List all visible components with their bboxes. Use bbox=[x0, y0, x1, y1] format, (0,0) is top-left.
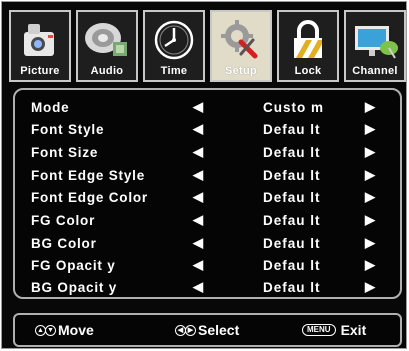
setting-row-mode[interactable]: Mode ◀ Custo m ▶ bbox=[15, 98, 400, 118]
arrow-left-icon[interactable]: ◀ bbox=[193, 235, 204, 251]
setting-value: Defau lt bbox=[263, 258, 321, 273]
arrow-right-icon[interactable]: ▶ bbox=[365, 257, 376, 273]
tab-label: Channel bbox=[352, 65, 398, 77]
setting-value: Defau lt bbox=[263, 280, 321, 295]
speaker-icon bbox=[78, 16, 136, 64]
help-select: ◀ ▶ Select bbox=[175, 322, 239, 338]
arrow-left-icon[interactable]: ◀ bbox=[193, 257, 204, 273]
setting-row-bg-opacity[interactable]: BG Opacit y ◀ Defau lt ▶ bbox=[15, 278, 400, 298]
arrow-left-icon[interactable]: ◀ bbox=[193, 189, 204, 205]
help-exit: MENU Exit bbox=[302, 322, 366, 338]
setting-name: BG Color bbox=[31, 236, 97, 251]
setting-name: Font Style bbox=[31, 122, 105, 137]
arrow-right-icon[interactable]: ▶ bbox=[365, 99, 376, 115]
setting-value: Defau lt bbox=[263, 236, 321, 251]
setting-row-font-edge-style[interactable]: Font Edge Style ◀ Defau lt ▶ bbox=[15, 166, 400, 186]
arrow-left-icon[interactable]: ◀ bbox=[193, 99, 204, 115]
setting-value: Defau lt bbox=[263, 145, 321, 160]
setting-row-bg-color[interactable]: BG Color ◀ Defau lt ▶ bbox=[15, 234, 400, 254]
padlock-icon bbox=[279, 16, 337, 64]
setting-row-fg-color[interactable]: FG Color ◀ Defau lt ▶ bbox=[15, 211, 400, 231]
tab-label: Time bbox=[160, 65, 188, 77]
setting-value: Defau lt bbox=[263, 122, 321, 137]
setting-value: Defau lt bbox=[263, 190, 321, 205]
setting-name: Font Edge Style bbox=[31, 168, 146, 183]
tab-picture[interactable]: Picture bbox=[9, 10, 71, 82]
setting-value: Custo m bbox=[263, 100, 324, 115]
tab-audio[interactable]: Audio bbox=[76, 10, 138, 82]
tab-label: Lock bbox=[294, 65, 322, 77]
arrow-right-icon[interactable]: ▶ bbox=[365, 212, 376, 228]
setting-value: Defau lt bbox=[263, 168, 321, 183]
tools-icon bbox=[212, 16, 270, 64]
arrow-right-icon[interactable]: ▶ bbox=[365, 189, 376, 205]
setting-name: Font Edge Color bbox=[31, 190, 148, 205]
camera-icon bbox=[11, 16, 69, 64]
arrow-left-icon[interactable]: ◀ bbox=[193, 279, 204, 295]
setting-name: BG Opacit y bbox=[31, 280, 118, 295]
setting-name: FG Color bbox=[31, 213, 96, 228]
osd-menu: Picture Audio Time Setup Lock Channel Mo… bbox=[1, 1, 407, 349]
settings-panel: Mode ◀ Custo m ▶ Font Style ◀ Defau lt ▶… bbox=[13, 88, 402, 299]
tab-bar: Picture Audio Time Setup Lock Channel bbox=[9, 10, 406, 84]
arrow-right-icon[interactable]: ▶ bbox=[365, 235, 376, 251]
up-down-keys-icon: ▲ ▼ bbox=[35, 324, 56, 336]
left-right-keys-icon: ◀ ▶ bbox=[175, 324, 196, 336]
satellite-dish-icon bbox=[346, 16, 404, 64]
arrow-left-icon[interactable]: ◀ bbox=[193, 144, 204, 160]
tab-label: Setup bbox=[224, 65, 258, 77]
arrow-right-icon[interactable]: ▶ bbox=[365, 279, 376, 295]
arrow-right-icon[interactable]: ▶ bbox=[365, 144, 376, 160]
setting-name: Mode bbox=[31, 100, 70, 115]
arrow-left-icon[interactable]: ◀ bbox=[193, 121, 204, 137]
setting-value: Defau lt bbox=[263, 213, 321, 228]
arrow-right-icon[interactable]: ▶ bbox=[365, 121, 376, 137]
tab-label: Picture bbox=[20, 65, 60, 77]
help-move-label: Move bbox=[58, 322, 94, 338]
tab-setup[interactable]: Setup bbox=[210, 10, 272, 82]
clock-icon bbox=[145, 16, 203, 64]
setting-row-fg-opacity[interactable]: FG Opacit y ◀ Defau lt ▶ bbox=[15, 256, 400, 276]
help-move: ▲ ▼ Move bbox=[35, 322, 94, 338]
tab-time[interactable]: Time bbox=[143, 10, 205, 82]
setting-row-font-edge-color[interactable]: Font Edge Color ◀ Defau lt ▶ bbox=[15, 188, 400, 208]
help-select-label: Select bbox=[198, 322, 240, 338]
setting-name: Font Size bbox=[31, 145, 99, 160]
setting-row-font-size[interactable]: Font Size ◀ Defau lt ▶ bbox=[15, 143, 400, 163]
arrow-left-icon[interactable]: ◀ bbox=[193, 212, 204, 228]
help-bar: ▲ ▼ Move ◀ ▶ Select MENU Exit bbox=[13, 313, 402, 347]
setting-row-font-style[interactable]: Font Style ◀ Defau lt ▶ bbox=[15, 120, 400, 140]
tab-channel[interactable]: Channel bbox=[344, 10, 406, 82]
menu-key-icon: MENU bbox=[302, 324, 336, 336]
arrow-right-icon[interactable]: ▶ bbox=[365, 167, 376, 183]
setting-name: FG Opacit y bbox=[31, 258, 116, 273]
help-exit-label: Exit bbox=[340, 322, 367, 338]
arrow-left-icon[interactable]: ◀ bbox=[193, 167, 204, 183]
tab-lock[interactable]: Lock bbox=[277, 10, 339, 82]
tab-label: Audio bbox=[90, 65, 124, 77]
